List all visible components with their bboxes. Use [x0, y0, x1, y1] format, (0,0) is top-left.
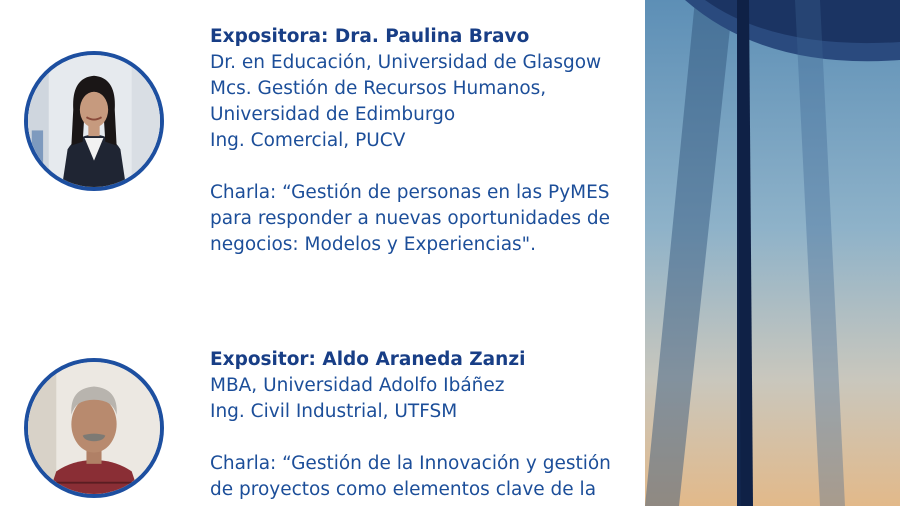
woman-portrait-icon	[28, 55, 160, 187]
talk-line: Charla: “Gestión de la Innovación y gest…	[210, 453, 611, 474]
building-sky-image	[645, 0, 900, 506]
speaker-photo-paulina-bravo	[24, 51, 164, 191]
talk-line: de proyectos como elementos clave de la	[210, 479, 597, 500]
credential-line: Ing. Civil Industrial, UTFSM	[210, 401, 458, 422]
credential-line: MBA, Universidad Adolfo Ibáñez	[210, 375, 505, 396]
credential-line: Ing. Comercial, PUCV	[210, 130, 406, 151]
speaker-name: Expositora: Dra. Paulina Bravo	[210, 26, 530, 47]
talk-line: negocios: Modelos y Experiencias".	[210, 234, 537, 255]
credential-line: Mcs. Gestión de Recursos Humanos,	[210, 78, 547, 99]
speaker-name: Expositor: Aldo Araneda Zanzi	[210, 349, 526, 370]
speaker-info-aldo-araneda: Expositor: Aldo Araneda Zanzi MBA, Unive…	[210, 347, 640, 503]
speaker-card-paulina-bravo: Expositora: Dra. Paulina Bravo Dr. en Ed…	[0, 0, 640, 290]
building-photo-panel	[645, 0, 900, 506]
credential-line: Universidad de Edimburgo	[210, 104, 456, 125]
credential-line: Dr. en Educación, Universidad de Glasgow	[210, 52, 602, 73]
man-portrait-icon	[28, 362, 160, 494]
speaker-info-paulina-bravo: Expositora: Dra. Paulina Bravo Dr. en Ed…	[210, 24, 640, 258]
speaker-photo-aldo-araneda	[24, 358, 164, 498]
speaker-card-aldo-araneda: Expositor: Aldo Araneda Zanzi MBA, Unive…	[0, 290, 640, 506]
talk-line: Charla: “Gestión de personas en las PyME…	[210, 182, 610, 203]
talk-line: para responder a nuevas oportunidades de	[210, 208, 611, 229]
